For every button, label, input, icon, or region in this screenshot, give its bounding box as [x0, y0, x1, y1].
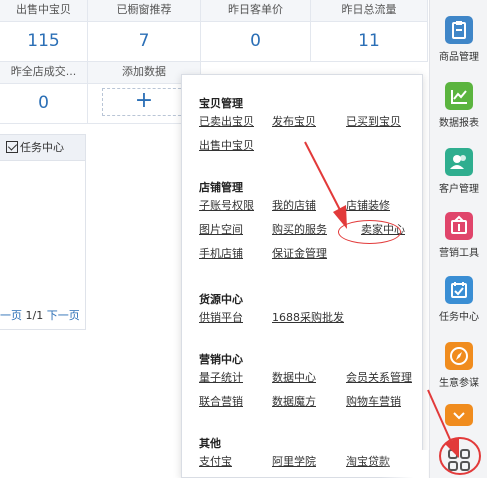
arrow-line-to-seller-center: [304, 141, 341, 211]
apps-highlight-circle: [439, 437, 481, 475]
annotation-arrows: [304, 141, 481, 475]
arrow-head-seller-center: [333, 205, 347, 229]
arrow-line-to-apps: [427, 389, 453, 445]
